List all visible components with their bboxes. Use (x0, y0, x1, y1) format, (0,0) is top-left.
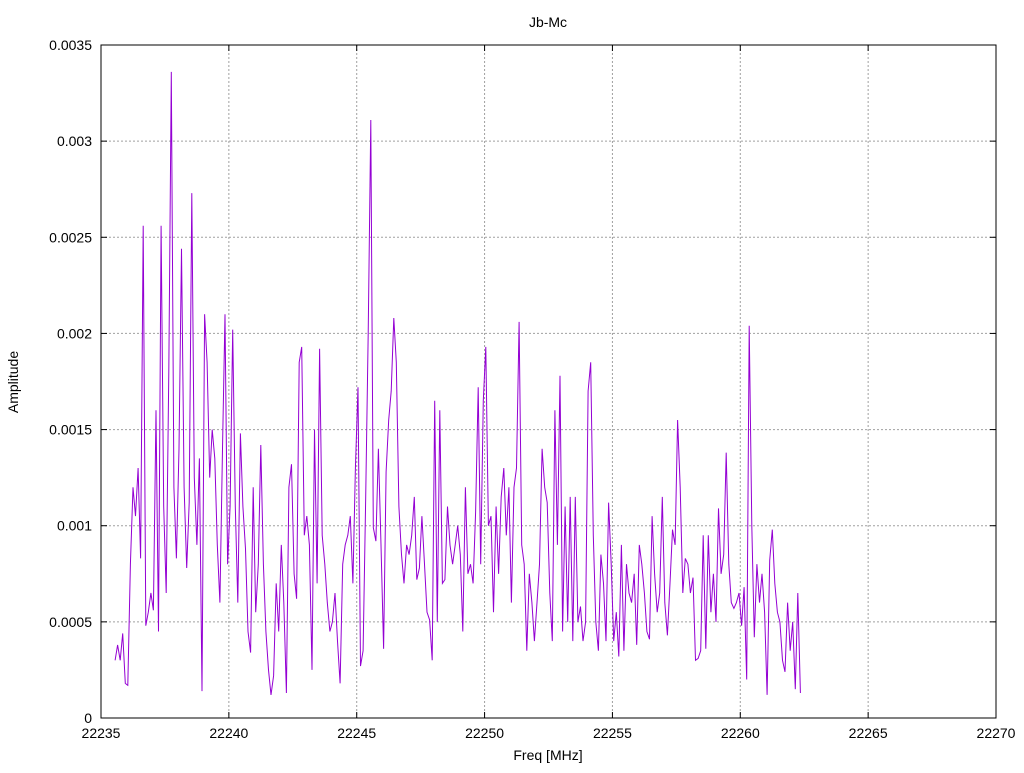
y-tick-label: 0.001 (57, 518, 92, 534)
y-tick-label: 0.002 (57, 325, 92, 341)
x-tick-label: 22245 (337, 725, 376, 741)
y-tick-label: 0.003 (57, 133, 92, 149)
y-tick-label: 0 (84, 710, 92, 726)
y-tick-label: 0.0025 (49, 229, 92, 245)
x-tick-label: 22240 (209, 725, 248, 741)
grid (101, 45, 996, 718)
chart-container: Jb-Mc Freq [MHz] Amplitude 22235 22240 222… (0, 0, 1024, 768)
line-chart: Jb-Mc Freq [MHz] Amplitude 22235 22240 222… (5, 14, 1016, 763)
x-tick-label: 22260 (721, 725, 760, 741)
y-tick-label: 0.0035 (49, 37, 92, 53)
y-axis-label: Amplitude (5, 351, 21, 413)
series-group (114, 71, 801, 695)
plot-frame (100, 44, 997, 719)
x-tick-label: 22250 (465, 725, 504, 741)
chart-title: Jb-Mc (529, 14, 567, 30)
amplitude-series-line (114, 71, 801, 695)
x-tick-label: 22255 (593, 725, 632, 741)
x-axis-label: Freq [MHz] (513, 747, 582, 763)
x-tick-label: 22235 (82, 725, 121, 741)
x-tick-label: 22270 (977, 725, 1016, 741)
y-tick-label: 0.0015 (49, 422, 92, 438)
x-tick-label: 22265 (849, 725, 888, 741)
tick-labels: 22235 22240 22245 22250 22255 22260 22265 22270… (49, 37, 1016, 741)
y-tick-label: 0.0005 (49, 614, 92, 630)
